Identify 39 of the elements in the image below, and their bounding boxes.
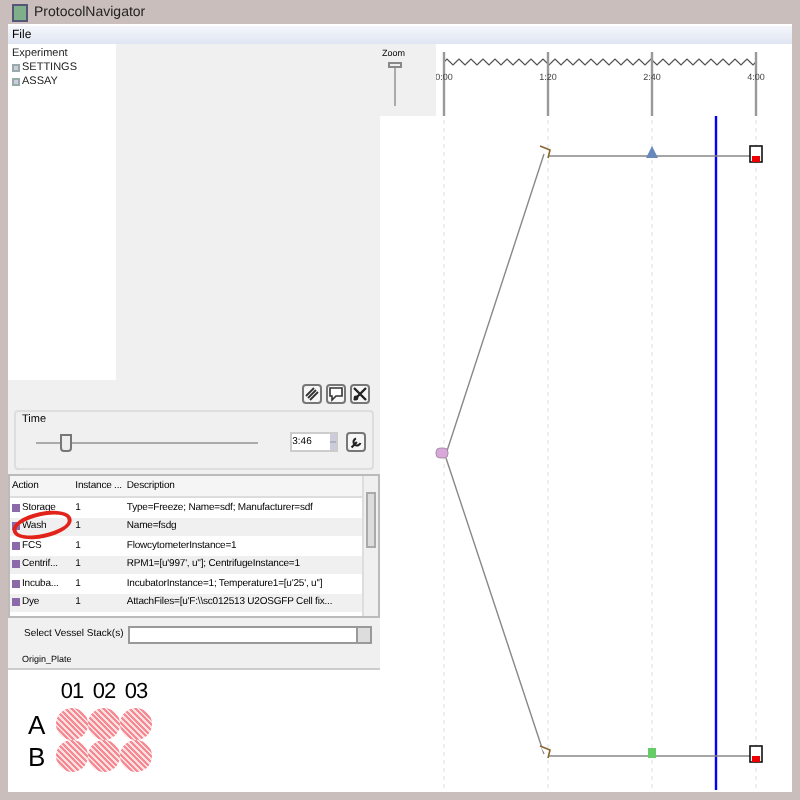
scissors-icon [352, 386, 368, 402]
action-icon [12, 522, 20, 531]
well[interactable] [56, 740, 88, 772]
well[interactable] [120, 708, 152, 740]
column-label: 03 [122, 680, 150, 704]
well[interactable] [56, 708, 88, 740]
annotation-ellipse [10, 506, 74, 543]
well[interactable] [88, 708, 120, 740]
well[interactable] [120, 740, 152, 772]
action-icon [12, 503, 20, 512]
action-icon [12, 579, 20, 588]
action-icon [12, 541, 20, 550]
tick-mark [754, 52, 758, 116]
action-icon [12, 598, 20, 607]
vessel-dropdown[interactable] [127, 625, 372, 643]
app-icon [12, 3, 28, 21]
settings-icon [348, 433, 364, 451]
column-label: 01 [58, 680, 86, 704]
tube-icon [435, 447, 449, 459]
action-icon [12, 560, 20, 569]
speech-bubble-button[interactable] [326, 384, 346, 404]
scroll-thumb[interactable] [366, 492, 376, 548]
spin-arrows-icon[interactable] [330, 434, 336, 450]
column-label: 02 [90, 680, 118, 704]
scrollbar[interactable] [362, 476, 378, 616]
slider-thumb[interactable] [60, 433, 73, 451]
tick-mark [650, 52, 654, 116]
scissors-button[interactable] [350, 384, 370, 404]
thermometer-icon [749, 745, 763, 763]
zoom-slider-thumb[interactable] [388, 62, 402, 68]
row-label: B [28, 741, 48, 771]
row-label: A [28, 709, 48, 739]
settings-button[interactable] [346, 432, 366, 452]
tick-mark [546, 52, 550, 116]
zoom-slider[interactable] [388, 62, 402, 106]
speech-bubble-icon [328, 386, 344, 402]
tick-mark [442, 52, 446, 116]
well[interactable] [88, 740, 120, 772]
thermometer-icon [749, 145, 763, 163]
